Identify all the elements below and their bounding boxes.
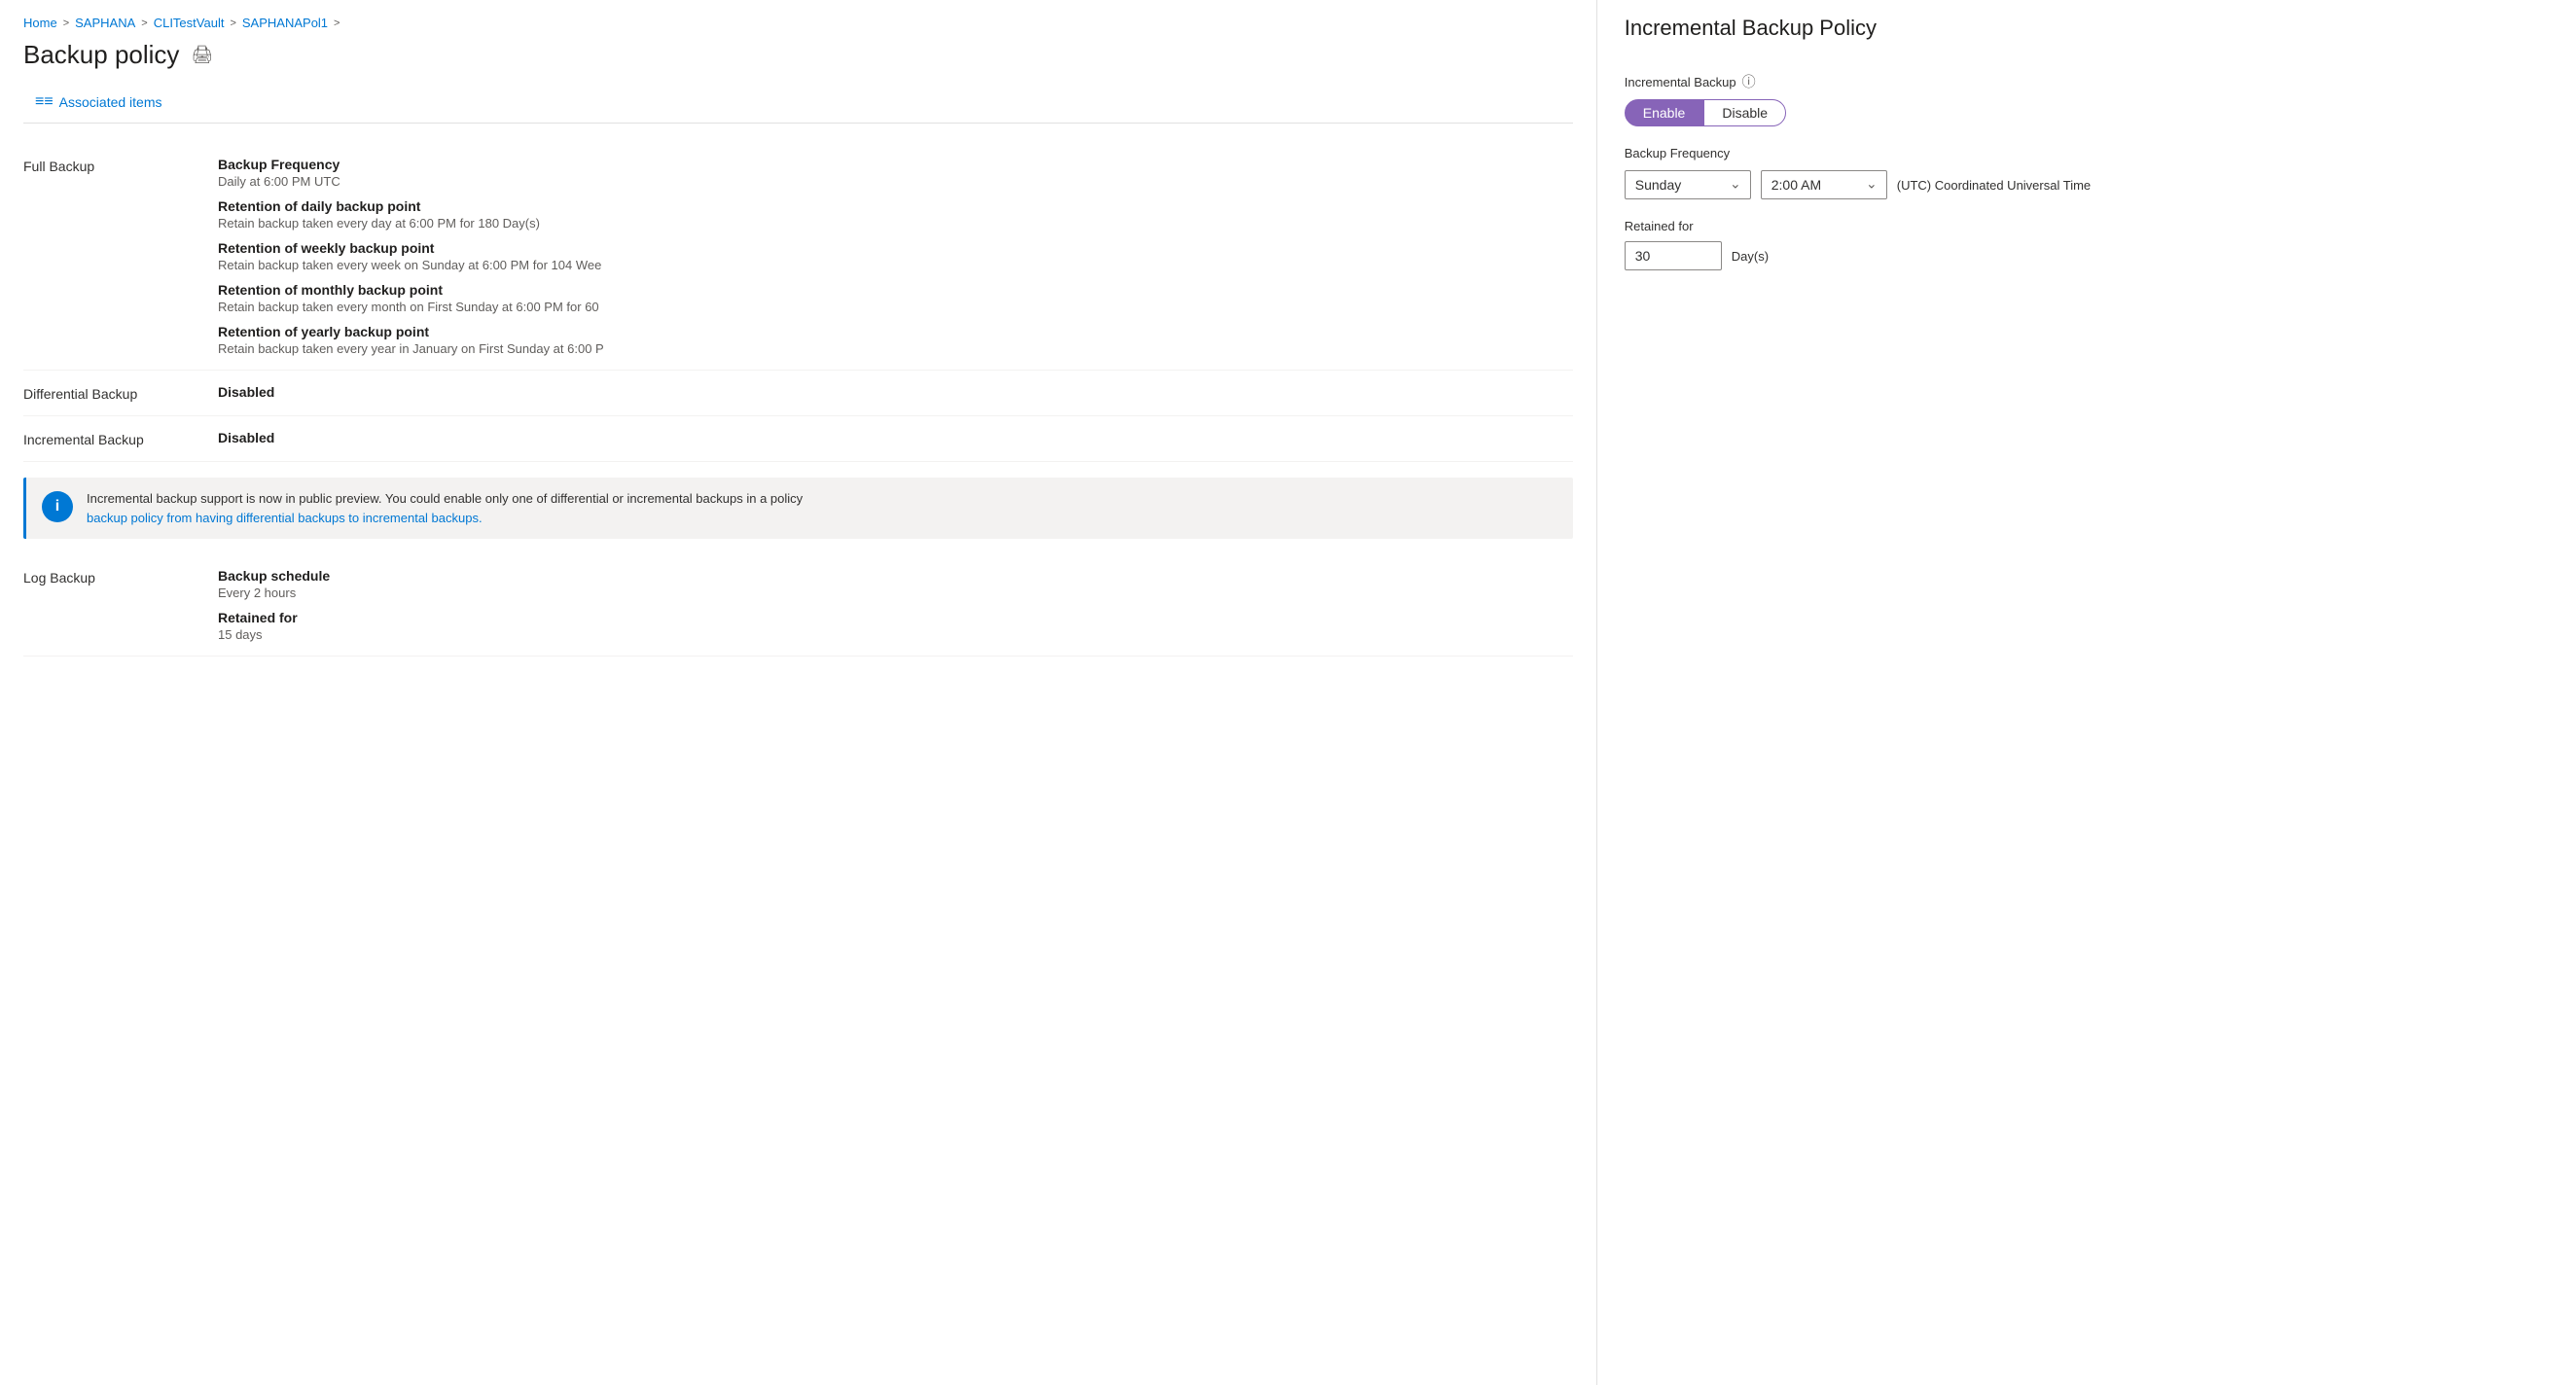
- enable-toggle-button[interactable]: Enable: [1625, 99, 1704, 126]
- breadcrumb-sep-3: >: [230, 18, 235, 29]
- full-backup-freq-desc: Daily at 6:00 PM UTC: [218, 174, 1573, 189]
- full-backup-yearly-desc: Retain backup taken every year in Januar…: [218, 341, 1573, 356]
- info-banner-main-text: Incremental backup support is now in pub…: [87, 491, 803, 506]
- log-backup-retained-title: Retained for: [218, 610, 1573, 625]
- info-banner-link[interactable]: backup policy from having differential b…: [87, 511, 483, 525]
- breadcrumb-sep-2: >: [141, 18, 147, 29]
- retained-for-label: Retained for: [1625, 219, 1694, 233]
- day-dropdown[interactable]: Sunday Monday Tuesday Wednesday Thursday…: [1625, 170, 1751, 199]
- full-backup-label: Full Backup: [23, 157, 218, 356]
- log-backup-section: Log Backup Backup schedule Every 2 hours…: [23, 554, 1573, 657]
- full-backup-yearly-title: Retention of yearly backup point: [218, 324, 1573, 339]
- breadcrumb-saphana[interactable]: SAPHANA: [75, 16, 135, 30]
- print-icon[interactable]: 🖨: [191, 45, 213, 65]
- associated-items-icon: ≡≡: [35, 93, 54, 111]
- left-panel: Home > SAPHANA > CLITestVault > SAPHANAP…: [0, 0, 1597, 1385]
- tab-associated-items-label: Associated items: [59, 94, 162, 110]
- right-panel: Incremental Backup Policy Incremental Ba…: [1597, 0, 2576, 1385]
- full-backup-weekly-title: Retention of weekly backup point: [218, 240, 1573, 256]
- full-backup-content: Backup Frequency Daily at 6:00 PM UTC Re…: [218, 157, 1573, 356]
- toggle-group: Enable Disable: [1625, 99, 2549, 126]
- incremental-backup-toggle-label: Incremental Backup: [1625, 75, 1736, 89]
- right-panel-title: Incremental Backup Policy: [1625, 16, 2549, 53]
- disable-toggle-button[interactable]: Disable: [1703, 99, 1786, 126]
- time-select-wrapper: 12:00 AM 1:00 AM 2:00 AM 3:00 AM 4:00 AM…: [1761, 170, 1887, 199]
- log-backup-schedule-desc: Every 2 hours: [218, 586, 1573, 600]
- incremental-backup-info-icon[interactable]: ⓘ: [1742, 72, 1756, 91]
- retained-row: Day(s): [1625, 241, 2549, 270]
- tabs-bar: ≡≡ Associated items: [23, 86, 1573, 124]
- breadcrumb-saphanapol1[interactable]: SAPHANAPol1: [242, 16, 328, 30]
- frequency-dropdowns-row: Sunday Monday Tuesday Wednesday Thursday…: [1625, 170, 2549, 199]
- breadcrumb: Home > SAPHANA > CLITestVault > SAPHANAP…: [23, 16, 1573, 30]
- full-backup-monthly-title: Retention of monthly backup point: [218, 282, 1573, 298]
- differential-backup-section: Differential Backup Disabled: [23, 371, 1573, 416]
- info-banner: i Incremental backup support is now in p…: [23, 478, 1573, 539]
- info-banner-text: Incremental backup support is now in pub…: [87, 489, 803, 527]
- tab-associated-items[interactable]: ≡≡ Associated items: [23, 86, 174, 123]
- log-backup-label: Log Backup: [23, 568, 218, 642]
- incremental-disabled-text: Disabled: [218, 430, 1573, 445]
- full-backup-monthly-desc: Retain backup taken every month on First…: [218, 300, 1573, 314]
- full-backup-weekly-desc: Retain backup taken every week on Sunday…: [218, 258, 1573, 272]
- timezone-label: (UTC) Coordinated Universal Time: [1897, 178, 2091, 193]
- breadcrumb-sep-1: >: [63, 18, 69, 29]
- page-title-row: Backup policy 🖨: [23, 40, 1573, 70]
- info-circle-icon: i: [42, 491, 73, 522]
- backup-frequency-label: Backup Frequency: [1625, 146, 2549, 160]
- incremental-backup-label: Incremental Backup: [23, 430, 218, 447]
- page-title: Backup policy: [23, 40, 179, 70]
- differential-disabled-text: Disabled: [218, 384, 1573, 400]
- breadcrumb-sep-4: >: [334, 18, 340, 29]
- breadcrumb-home[interactable]: Home: [23, 16, 57, 30]
- days-label: Day(s): [1732, 249, 1769, 264]
- time-dropdown[interactable]: 12:00 AM 1:00 AM 2:00 AM 3:00 AM 4:00 AM…: [1761, 170, 1887, 199]
- day-select-wrapper: Sunday Monday Tuesday Wednesday Thursday…: [1625, 170, 1751, 199]
- differential-backup-label: Differential Backup: [23, 384, 218, 402]
- retained-days-input[interactable]: [1625, 241, 1722, 270]
- full-backup-freq-title: Backup Frequency: [218, 157, 1573, 172]
- full-backup-daily-title: Retention of daily backup point: [218, 198, 1573, 214]
- breadcrumb-clitestvault[interactable]: CLITestVault: [154, 16, 225, 30]
- retained-for-field-label: Retained for: [1625, 219, 2549, 233]
- full-backup-daily-desc: Retain backup taken every day at 6:00 PM…: [218, 216, 1573, 231]
- incremental-backup-content: Disabled: [218, 430, 1573, 447]
- full-backup-section: Full Backup Backup Frequency Daily at 6:…: [23, 143, 1573, 371]
- differential-backup-content: Disabled: [218, 384, 1573, 402]
- incremental-backup-section: Incremental Backup Disabled: [23, 416, 1573, 462]
- incremental-backup-field-label: Incremental Backup ⓘ: [1625, 72, 2549, 91]
- log-backup-content: Backup schedule Every 2 hours Retained f…: [218, 568, 1573, 642]
- log-backup-schedule-title: Backup schedule: [218, 568, 1573, 584]
- log-backup-retained-desc: 15 days: [218, 627, 1573, 642]
